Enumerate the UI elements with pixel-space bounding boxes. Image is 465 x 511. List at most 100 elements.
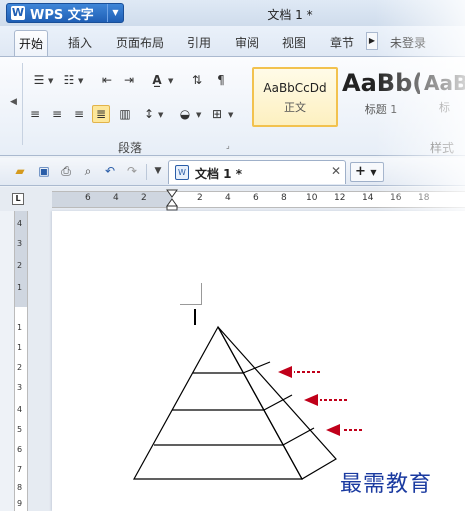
change-case-dropdown-icon[interactable]: ▼	[168, 77, 173, 85]
line-spacing-dropdown-icon[interactable]: ▼	[158, 111, 163, 119]
style-heading-1-name: 标题 1	[364, 103, 398, 116]
numbered-list-dropdown-icon[interactable]: ▼	[78, 77, 83, 85]
ruler-tick: 12	[334, 193, 346, 203]
borders-dropdown-icon[interactable]: ▼	[228, 111, 233, 119]
ribbon-panel: ◀ ☰ ▼ ☷ ▼ ⇤ ⇥ A̲ ▼ ⇅ ¶ ≡ ≡ ≡ ≣ ▥ ↕ ▼ ◒ ▼…	[0, 56, 465, 156]
ruler-tick: 1	[17, 283, 23, 292]
indent-marker-icon[interactable]	[166, 189, 178, 211]
window-title: 文档 1 *	[267, 8, 313, 22]
ruler-tick: 16	[390, 193, 402, 203]
vertical-ruler[interactable]: 4 3 2 1 1 1 2 3 4 5 6 7 8 9	[14, 211, 28, 511]
new-document-dropdown-icon[interactable]: ▼	[370, 168, 376, 177]
change-case-icon[interactable]: A̲	[148, 71, 166, 89]
ruler-tick: 9	[17, 499, 23, 508]
style-heading-2-name: 标	[439, 101, 450, 114]
tab-page-layout[interactable]: 页面布局	[116, 34, 164, 51]
ruler-tick: 4	[17, 219, 23, 228]
new-document-button[interactable]: + ▼	[350, 162, 384, 182]
customize-toolbar-icon[interactable]: ▼	[150, 163, 166, 179]
title-bar: W WPS 文字 ▼ 文档 1 *	[0, 0, 465, 26]
horizontal-ruler-row: L 6 4 2 2 4 6 8 10 12 14 16 18	[0, 187, 465, 211]
ruler-tick: 8	[17, 483, 23, 492]
ruler-tick: 4	[113, 193, 119, 203]
redo-icon[interactable]: ↷	[124, 163, 140, 179]
align-center-icon[interactable]: ≡	[48, 105, 66, 123]
paragraph-dialog-launcher-icon[interactable]: ⌟	[226, 141, 230, 150]
tab-view[interactable]: 视图	[282, 34, 306, 51]
ruler-tick: 7	[17, 465, 23, 474]
ruler-tick: 2	[17, 363, 23, 372]
print-preview-icon[interactable]: ⌕	[80, 163, 96, 179]
style-normal-name: 正文	[284, 101, 306, 114]
styles-group-label: 样式	[430, 141, 455, 155]
ruler-tick: 6	[85, 193, 91, 203]
ruler-tick: 6	[17, 445, 23, 454]
style-heading-1[interactable]: AaBb( 标题 1	[342, 67, 420, 127]
red-arrow-icon	[326, 424, 362, 436]
ribbon-tabs: 开始 插入 页面布局 引用 审阅 视图 章节 ▶ 未登录	[0, 26, 465, 56]
distributed-icon[interactable]: ▥	[116, 105, 134, 123]
ruler-tick: 2	[141, 193, 147, 203]
tab-references[interactable]: 引用	[187, 34, 211, 51]
shading-dropdown-icon[interactable]: ▼	[196, 111, 201, 119]
tab-sections[interactable]: 章节	[330, 34, 354, 51]
style-normal[interactable]: AaBbCcDd 正文	[252, 67, 338, 127]
numbered-list-icon[interactable]: ☷	[60, 71, 78, 89]
bullet-list-icon[interactable]: ☰	[30, 71, 48, 89]
tab-scroll-right-icon[interactable]: ▶	[366, 32, 378, 50]
watermark-text: 最需教育	[340, 472, 433, 497]
ruler-tick: 18	[418, 193, 430, 203]
ruler-tick: 6	[253, 193, 259, 203]
justify-icon[interactable]: ≣	[92, 105, 110, 123]
align-right-icon[interactable]: ≡	[70, 105, 88, 123]
increase-indent-icon[interactable]: ⇥	[120, 71, 138, 89]
tab-home[interactable]: 开始	[14, 30, 49, 56]
red-arrow-icon	[278, 366, 320, 378]
ruler-tick: 2	[17, 261, 23, 270]
style-heading-2-sample: AaB	[424, 71, 465, 95]
document-tab[interactable]: W 文档 1 * ✕	[168, 160, 346, 184]
borders-icon[interactable]: ⊞	[208, 105, 226, 123]
ruler-tick: 1	[17, 323, 23, 332]
ruler-tick: 10	[306, 193, 318, 203]
show-marks-icon[interactable]: ¶	[212, 71, 230, 89]
close-tab-icon[interactable]: ✕	[331, 164, 341, 178]
document-tab-name: 文档 1 *	[195, 167, 242, 181]
ruler-tick: 3	[17, 383, 23, 392]
horizontal-ruler[interactable]: 6 4 2 2 4 6 8 10 12 14 16 18	[52, 189, 465, 211]
style-heading-1-sample: AaBb(	[342, 69, 420, 97]
pyramid-layer-line	[282, 427, 315, 446]
pyramid-layer-line	[263, 394, 293, 411]
pyramid-layer-line	[242, 361, 271, 374]
ruler-tick: 4	[17, 405, 23, 414]
toolbar-separator	[146, 164, 147, 180]
ribbon-scroll-left-icon[interactable]: ◀	[10, 97, 17, 107]
tab-review[interactable]: 审阅	[235, 34, 259, 51]
ruler-tick: 4	[225, 193, 231, 203]
align-left-icon[interactable]: ≡	[26, 105, 44, 123]
ruler-tick: 1	[17, 343, 23, 352]
open-folder-icon[interactable]: ▰	[12, 163, 28, 179]
print-icon[interactable]: ⎙	[58, 163, 74, 179]
style-heading-2[interactable]: AaB 标	[424, 67, 465, 127]
ruler-tick: 3	[17, 239, 23, 248]
shading-icon[interactable]: ◒	[176, 105, 194, 123]
style-normal-sample: AaBbCcDd	[263, 81, 327, 95]
decrease-indent-icon[interactable]: ⇤	[98, 71, 116, 89]
login-status[interactable]: 未登录	[390, 34, 426, 51]
tab-stop-selector-icon[interactable]: L	[12, 193, 24, 205]
line-spacing-icon[interactable]: ↕	[140, 105, 158, 123]
quick-access-toolbar: ▰ ▣ ⎙ ⌕ ↶ ↷ ▼ W 文档 1 * ✕ + ▼	[0, 158, 465, 186]
bullet-list-dropdown-icon[interactable]: ▼	[48, 77, 53, 85]
ruler-left-margin	[52, 192, 172, 207]
save-icon[interactable]: ▣	[36, 163, 52, 179]
ruler-tick: 5	[17, 425, 23, 434]
ruler-tick: 2	[197, 193, 203, 203]
paragraph-group-label: 段落	[117, 141, 142, 155]
ruler-tick: 8	[281, 193, 287, 203]
tab-insert[interactable]: 插入	[68, 34, 92, 51]
red-arrow-icon	[304, 394, 347, 406]
document-icon: W	[175, 165, 189, 180]
undo-icon[interactable]: ↶	[102, 163, 118, 179]
sort-icon[interactable]: ⇅	[188, 71, 206, 89]
